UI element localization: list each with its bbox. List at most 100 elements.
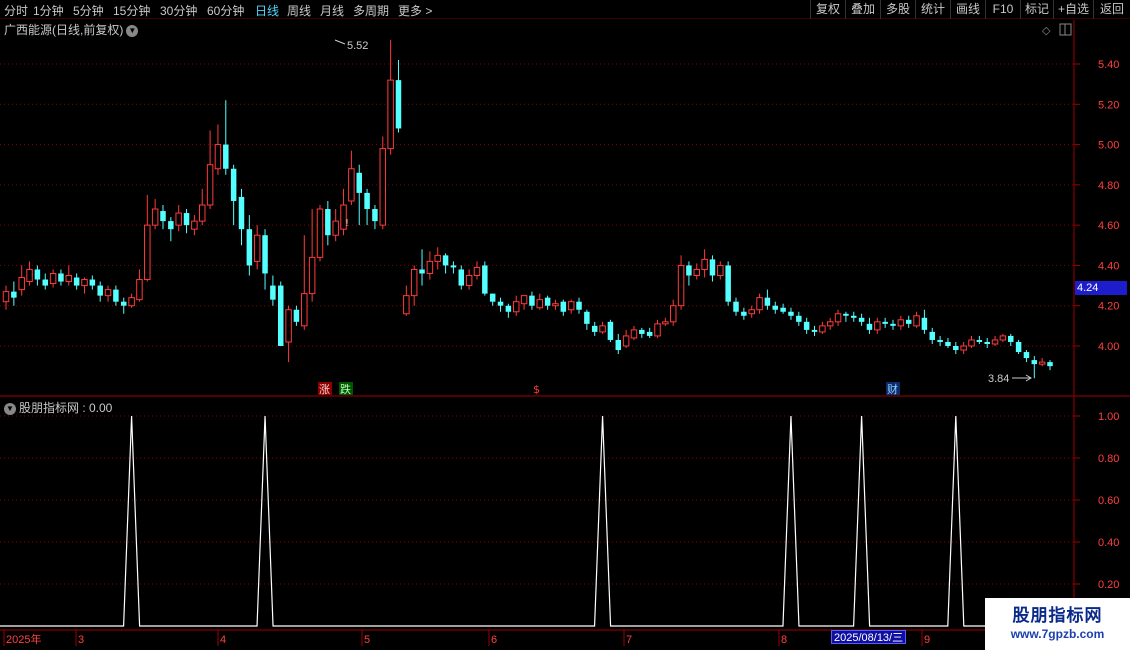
diamond-icon[interactable]: ◇ bbox=[1042, 24, 1051, 37]
candle-body bbox=[976, 339, 983, 342]
indicator-line bbox=[0, 415, 1074, 627]
candle-body bbox=[662, 321, 669, 325]
price-tick-label: 4.60 bbox=[1098, 220, 1119, 232]
candle-body bbox=[308, 256, 316, 295]
candle-body bbox=[929, 331, 936, 340]
chevron-down-icon[interactable]: ▼ bbox=[4, 402, 16, 415]
candle-body bbox=[567, 301, 575, 311]
candle-body bbox=[104, 289, 112, 297]
candle-body bbox=[520, 295, 528, 305]
candle-body bbox=[968, 339, 975, 347]
candle-body bbox=[120, 301, 127, 306]
candle-body bbox=[49, 272, 57, 285]
candle-body bbox=[905, 319, 912, 324]
candle-body bbox=[999, 335, 1007, 341]
candle-body bbox=[1038, 361, 1046, 365]
cursor-date-label: 2025/08/13/三 bbox=[831, 630, 907, 644]
candle-body bbox=[356, 172, 362, 193]
low-label: 3.84 bbox=[988, 373, 1009, 385]
candle-body bbox=[238, 196, 245, 230]
candle-body bbox=[756, 297, 763, 311]
candle-body bbox=[552, 303, 559, 307]
candle-body bbox=[826, 321, 834, 327]
candle-body bbox=[843, 313, 849, 316]
candle-body bbox=[42, 279, 48, 286]
time-tick-label: 7 bbox=[626, 634, 632, 646]
candle-body bbox=[1031, 360, 1038, 365]
candle-body bbox=[937, 339, 943, 342]
marker-cai[interactable]: 财 bbox=[887, 382, 898, 396]
high-label: 5.52 bbox=[347, 40, 368, 52]
candle-body bbox=[214, 144, 222, 170]
candle-body bbox=[576, 301, 582, 310]
indicator-series-line bbox=[0, 415, 1074, 627]
candle-body bbox=[497, 301, 504, 306]
price-tick-label: 5.20 bbox=[1098, 99, 1119, 111]
candle-body bbox=[73, 277, 80, 286]
candle-body bbox=[198, 204, 206, 222]
candle-body bbox=[834, 313, 842, 323]
candle-body bbox=[372, 209, 378, 222]
candle-body bbox=[819, 325, 826, 333]
candle-body bbox=[669, 305, 677, 323]
candle-body bbox=[725, 265, 731, 302]
time-tick-label: 3 bbox=[78, 634, 84, 646]
candle-body bbox=[693, 268, 701, 277]
candle-body bbox=[301, 293, 308, 327]
candle-body bbox=[646, 331, 653, 336]
candle-body bbox=[2, 291, 10, 303]
candle-body bbox=[953, 346, 959, 351]
candle-body bbox=[913, 315, 920, 327]
candle-body bbox=[434, 254, 441, 262]
candle-body bbox=[584, 311, 590, 324]
grid bbox=[0, 63, 1074, 585]
candle-body bbox=[11, 291, 17, 298]
high-arrow bbox=[334, 39, 346, 45]
cursor-mark: ! bbox=[345, 218, 349, 229]
candle-body bbox=[984, 341, 990, 344]
candle-body bbox=[630, 329, 638, 339]
candle-body bbox=[223, 144, 229, 169]
price-chart[interactable]: 5.40 5.20 5.00 4.80 4.60 4.40 4.20 4.00 1.00 0.8… bbox=[0, 0, 1130, 650]
marker-die[interactable]: 跌 bbox=[340, 382, 351, 396]
price-tick-label: 4.00 bbox=[1098, 341, 1119, 353]
candle-body bbox=[316, 208, 324, 258]
candle-body bbox=[465, 275, 473, 287]
candle-body bbox=[97, 285, 103, 296]
candle-body bbox=[144, 224, 151, 281]
candle-body bbox=[945, 341, 951, 346]
indicator-axis: 1.00 0.80 0.60 0.40 0.20 bbox=[1074, 411, 1119, 591]
candle-body bbox=[505, 305, 512, 312]
candle-body bbox=[866, 323, 873, 330]
candle-body bbox=[599, 325, 606, 333]
candle-body bbox=[81, 279, 88, 287]
candle-body bbox=[128, 297, 135, 307]
candle-body bbox=[458, 269, 465, 286]
candle-body bbox=[686, 265, 692, 276]
candle-body bbox=[426, 260, 434, 274]
candle-body bbox=[206, 164, 214, 206]
candle-body bbox=[325, 209, 331, 236]
candle-body bbox=[1015, 341, 1022, 353]
price-tick-label: 4.40 bbox=[1098, 260, 1119, 272]
candle-body bbox=[622, 335, 630, 347]
indicator-tick-label: 0.40 bbox=[1098, 537, 1119, 549]
candle-body bbox=[183, 213, 190, 226]
candle-body bbox=[615, 339, 622, 351]
price-axis: 5.40 5.20 5.00 4.80 4.60 4.40 4.20 4.00 bbox=[1074, 59, 1119, 353]
time-tick-label: 2025年 bbox=[6, 632, 41, 646]
marker-zhang[interactable]: 涨 bbox=[319, 383, 330, 396]
candle-body bbox=[811, 329, 818, 332]
indicator-title[interactable]: ▼ 股朋指标网 : 0.00 bbox=[4, 399, 112, 416]
candle-body bbox=[26, 268, 33, 283]
candle-body bbox=[253, 234, 261, 262]
current-price-badge: 4.24 bbox=[1075, 281, 1127, 295]
marker-dollar[interactable]: $ bbox=[533, 383, 540, 396]
candle-body bbox=[1023, 352, 1030, 359]
candle-body bbox=[34, 269, 41, 280]
time-tick-label: 9 bbox=[924, 634, 930, 646]
candle-body bbox=[607, 321, 614, 340]
candle-body bbox=[395, 80, 402, 129]
watermark-name: 股朋指标网 bbox=[1012, 606, 1103, 625]
candle-body bbox=[803, 321, 810, 330]
